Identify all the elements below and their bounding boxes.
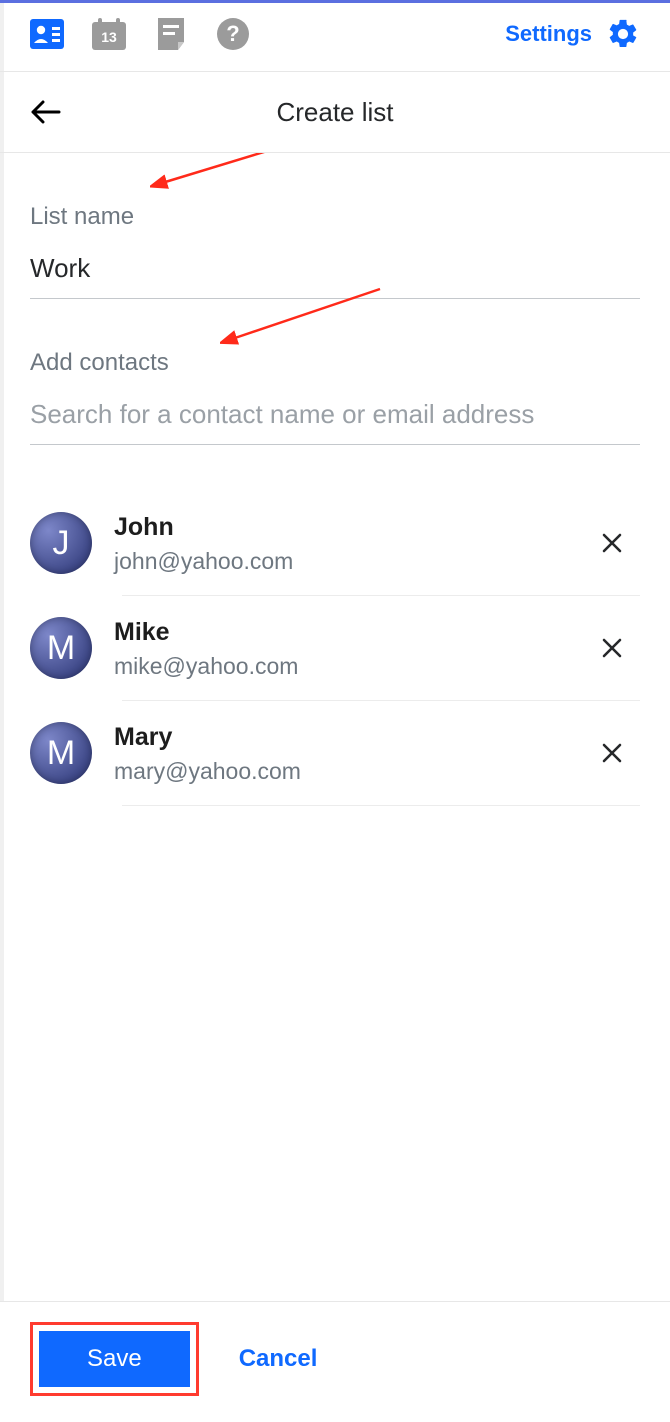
contact-name: Mary [114, 723, 590, 752]
notepad-icon[interactable] [154, 17, 188, 51]
page-header: Create list [0, 72, 670, 153]
remove-contact-icon[interactable] [590, 731, 634, 775]
add-contacts-label: Add contacts [30, 349, 640, 377]
save-highlight-box: Save [30, 1322, 199, 1396]
contacts-list: JJohnjohn@yahoo.comMMikemike@yahoo.comMM… [30, 491, 640, 806]
avatar: M [30, 722, 92, 784]
list-name-label: List name [30, 203, 640, 231]
cancel-button[interactable]: Cancel [239, 1345, 318, 1373]
contact-info: John john@yahoo.com [114, 511, 590, 575]
contact-row: M Mary mary@yahoo.com [30, 701, 640, 805]
save-button[interactable]: Save [39, 1331, 190, 1387]
contact-email: mike@yahoo.com [114, 653, 590, 680]
back-arrow-icon[interactable] [28, 94, 64, 130]
footer-bar: Save Cancel [0, 1301, 670, 1422]
remove-contact-icon[interactable] [590, 521, 634, 565]
contact-search-input[interactable] [30, 395, 640, 445]
contact-row: M Mike mike@yahoo.com [30, 596, 640, 700]
contact-info: Mike mike@yahoo.com [114, 616, 590, 680]
avatar: J [30, 512, 92, 574]
calendar-icon[interactable]: 13 [92, 17, 126, 51]
annotation-arrow-1 [150, 153, 310, 195]
topbar: 13 ? Settings [0, 3, 670, 72]
contact-email: john@yahoo.com [114, 548, 590, 575]
remove-contact-icon[interactable] [590, 626, 634, 670]
list-name-input[interactable] [30, 249, 640, 299]
gear-icon[interactable] [606, 17, 640, 51]
settings-link[interactable]: Settings [505, 21, 592, 47]
contact-info: Mary mary@yahoo.com [114, 721, 590, 785]
avatar: M [30, 617, 92, 679]
help-icon[interactable]: ? [216, 17, 250, 51]
calendar-day-label: 13 [92, 29, 126, 45]
contact-row: J John john@yahoo.com [30, 491, 640, 595]
contact-name: Mike [114, 618, 590, 647]
contact-name: John [114, 513, 590, 542]
row-divider [122, 805, 640, 806]
svg-text:?: ? [226, 21, 239, 46]
contacts-icon[interactable] [30, 17, 64, 51]
contact-email: mary@yahoo.com [114, 758, 590, 785]
page-title: Create list [64, 97, 606, 128]
